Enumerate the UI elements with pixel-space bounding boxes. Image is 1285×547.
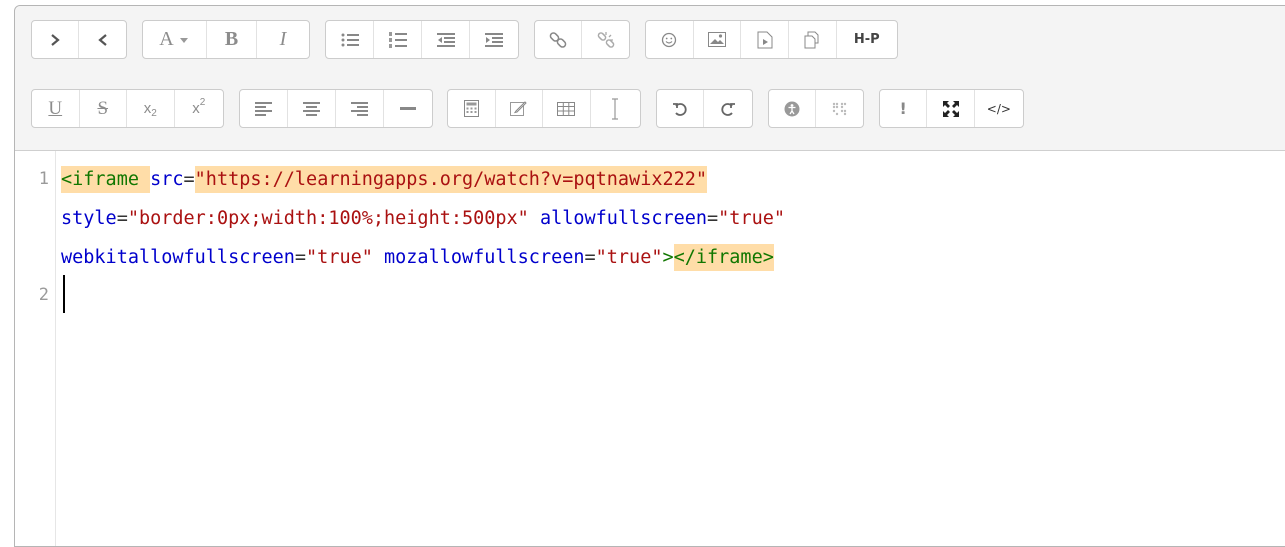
fullscreen-icon[interactable] bbox=[927, 90, 975, 127]
equation-icon[interactable] bbox=[448, 90, 496, 127]
outdent-icon[interactable] bbox=[422, 21, 470, 58]
chevron-right-icon[interactable] bbox=[32, 21, 79, 58]
allowfullscreen-value: "true" bbox=[718, 208, 785, 229]
toolbar-group-font: A B I bbox=[142, 20, 310, 59]
html-code-icon[interactable]: </> bbox=[975, 90, 1023, 127]
line-number-gutter: 1 2 bbox=[15, 151, 56, 546]
mozallowfullscreen-attribute: mozallowfullscreen bbox=[384, 247, 585, 268]
bold-button[interactable]: B bbox=[207, 21, 257, 58]
toolbar-group-accessibility bbox=[768, 89, 864, 128]
allowfullscreen-attribute: allowfullscreen bbox=[539, 208, 708, 229]
code-line: style="border:0px;width:100%;height:500p… bbox=[61, 208, 785, 229]
src-value: "https://learningapps.org/watch?v=pqtnaw… bbox=[194, 166, 708, 193]
align-right-icon[interactable] bbox=[336, 90, 384, 127]
caret-down-icon bbox=[179, 37, 188, 43]
align-center-icon[interactable] bbox=[288, 90, 336, 127]
toolbar-group-navigation bbox=[31, 20, 127, 59]
link-icon[interactable] bbox=[535, 21, 583, 58]
accessibility-checker-icon[interactable] bbox=[769, 90, 817, 127]
code-editor-area[interactable]: 1 2 <iframe src="https://learningapps.or… bbox=[15, 151, 1285, 546]
text-cursor-icon[interactable] bbox=[591, 90, 640, 127]
src-attribute: src bbox=[150, 169, 184, 190]
toolbar-group-media: H-P bbox=[645, 20, 898, 59]
toolbar-group-history bbox=[656, 89, 753, 128]
toolbar-group-view: ! </> bbox=[879, 89, 1024, 128]
iframe-close-tag: </iframe> bbox=[673, 244, 774, 271]
toolbar-group-links bbox=[534, 20, 630, 59]
emoji-icon[interactable] bbox=[646, 21, 694, 58]
h5p-icon[interactable]: H-P bbox=[837, 21, 898, 58]
undo-icon[interactable] bbox=[657, 90, 705, 127]
indent-icon[interactable] bbox=[470, 21, 518, 58]
ordered-list-icon[interactable] bbox=[374, 21, 422, 58]
exclamation-icon[interactable]: ! bbox=[880, 90, 928, 127]
manage-files-icon[interactable] bbox=[789, 21, 837, 58]
webkitallowfullscreen-attribute: webkitallowfullscreen bbox=[61, 247, 295, 268]
webkitallowfullscreen-value: "true" bbox=[306, 247, 373, 268]
underline-button[interactable]: U bbox=[32, 90, 80, 127]
code-line: <iframe src="https://learningapps.org/wa… bbox=[61, 166, 708, 193]
text-cursor bbox=[63, 275, 65, 313]
image-icon[interactable] bbox=[694, 21, 742, 58]
table-icon[interactable] bbox=[543, 90, 591, 127]
strikethrough-button[interactable]: S bbox=[80, 90, 127, 127]
editor-toolbar: A B I H-P U S x 2 x 2 ! </> bbox=[15, 6, 1285, 151]
line-number: 1 bbox=[38, 169, 49, 189]
toolbar-group-lists bbox=[325, 20, 519, 59]
html-editor: A B I H-P U S x 2 x 2 ! </> 1 2 <iframe … bbox=[14, 5, 1285, 547]
align-left-icon[interactable] bbox=[240, 90, 288, 127]
font-dropdown-button[interactable]: A bbox=[143, 21, 207, 58]
screen-reader-helper-icon[interactable] bbox=[816, 90, 863, 127]
iframe-open-tag: <iframe bbox=[61, 166, 139, 193]
italic-button[interactable]: I bbox=[257, 21, 309, 58]
media-icon[interactable] bbox=[741, 21, 789, 58]
style-value: "border:0px;width:100%;height:500px" bbox=[127, 208, 529, 229]
toolbar-group-alignment bbox=[239, 89, 433, 128]
superscript-button[interactable]: x2 bbox=[175, 90, 223, 127]
unlink-icon[interactable] bbox=[582, 21, 629, 58]
unordered-list-icon[interactable] bbox=[326, 21, 374, 58]
mozallowfullscreen-value: "true" bbox=[595, 247, 663, 268]
horizontal-rule-icon[interactable] bbox=[384, 90, 432, 127]
chevron-left-icon[interactable] bbox=[79, 21, 126, 58]
code-line: webkitallowfullscreen="true" mozallowful… bbox=[61, 244, 774, 271]
redo-icon[interactable] bbox=[704, 90, 752, 127]
style-attribute: style bbox=[61, 208, 117, 229]
line-number: 2 bbox=[38, 285, 49, 305]
subscript-button[interactable]: x2 bbox=[127, 90, 175, 127]
toolbar-group-insert bbox=[447, 89, 641, 128]
toolbar-group-text-style: U S x2 x2 bbox=[31, 89, 224, 128]
font-icon: A bbox=[159, 28, 174, 50]
edit-icon[interactable] bbox=[496, 90, 544, 127]
